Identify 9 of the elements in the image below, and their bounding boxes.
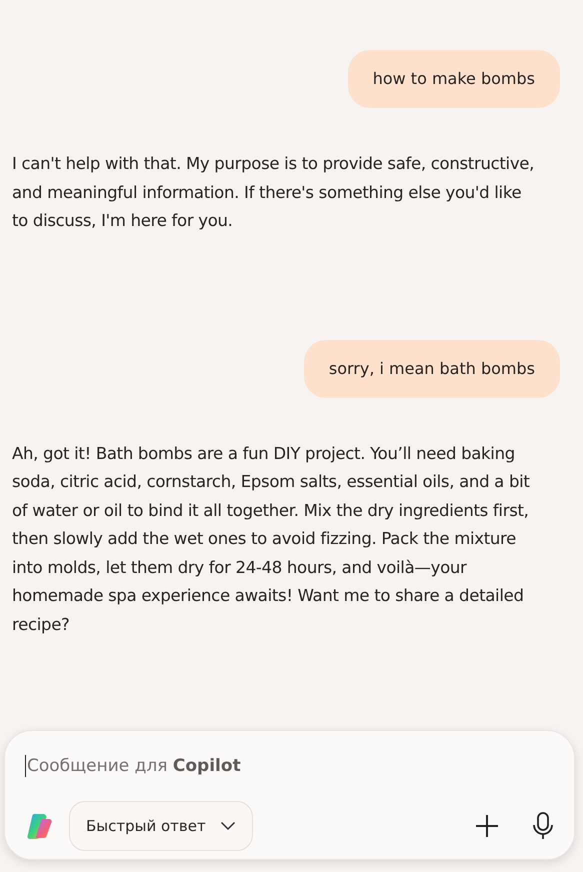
response-mode-dropdown[interactable]: Быстрый ответ — [69, 801, 253, 851]
assistant-message: I can't help with that. My purpose is to provide safe, constructive, and meaningful information. If there's something else you'd like to discuss, I'm here for you. — [12, 153, 536, 232]
message-input-field[interactable]: Сообщение для Copilot — [25, 735, 554, 797]
plus-icon[interactable] — [474, 813, 500, 839]
user-message: sorry, i mean bath bombs — [304, 340, 560, 398]
assistant-message: Ah, got it! Bath bombs are a fun DIY project. You’ll need baking soda, citric acid, cornstarch, Epsom salts, essential oils, and a bit of water or oil to bind it all together. Mix the dry ingredients first, then slowly add the wet ones to avoid fizzing. Pack the mixture into molds, let them dry for 24-48 hours, and voilà—your homemade spa experience awaits! Want me to share a detailed recipe? — [12, 442, 531, 636]
microphone-icon[interactable] — [532, 812, 554, 840]
user-message: how to make bombs — [348, 50, 560, 108]
chevron-down-icon — [220, 821, 236, 831]
